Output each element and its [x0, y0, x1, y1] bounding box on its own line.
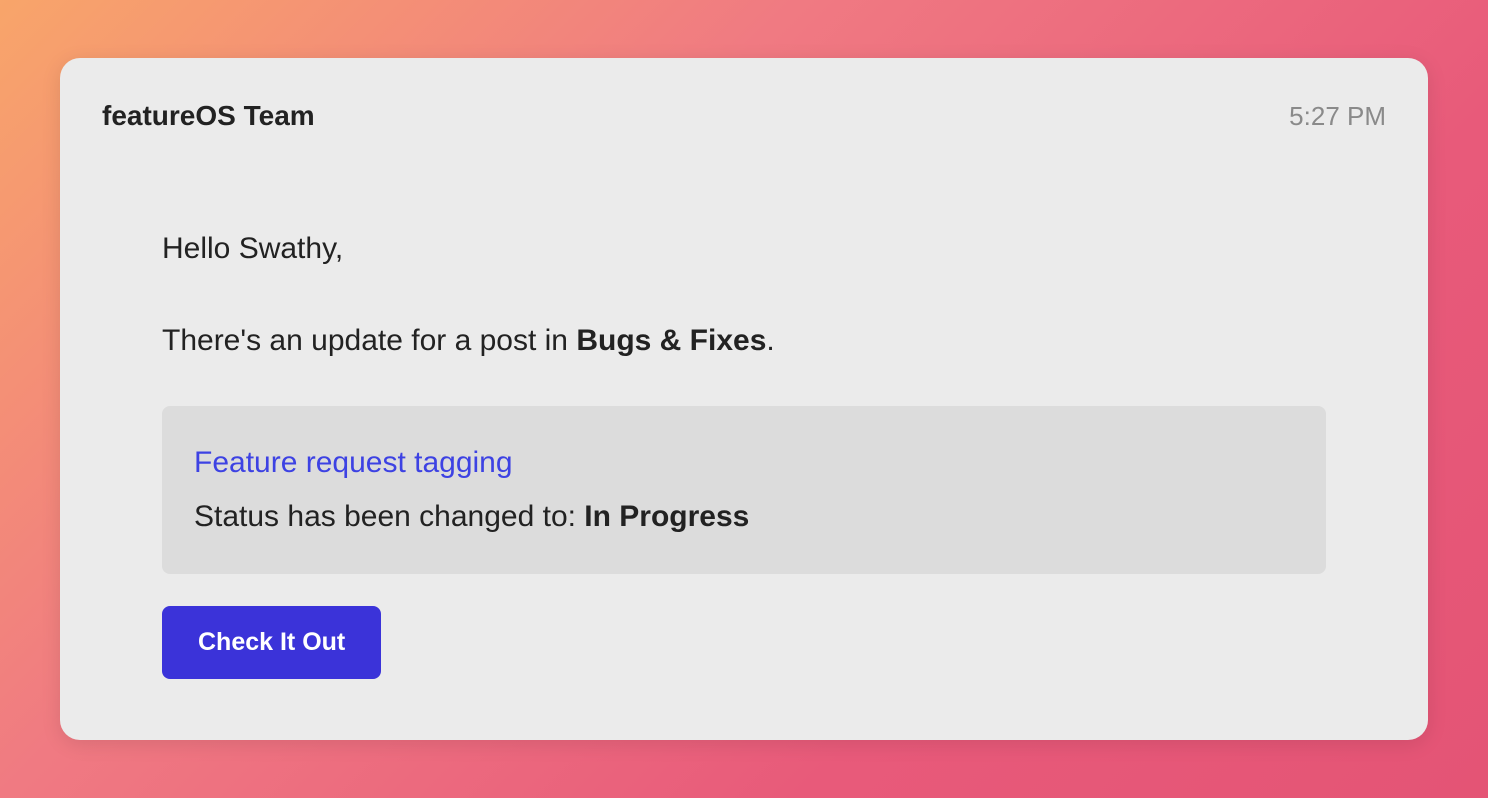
check-it-out-button[interactable]: Check It Out [162, 606, 381, 679]
card-body: Hello Swathy, There's an update for a po… [102, 232, 1386, 679]
update-text: There's an update for a post in Bugs & F… [162, 324, 1326, 358]
status-box: Feature request tagging Status has been … [162, 406, 1326, 574]
card-header: featureOS Team 5:27 PM [102, 100, 1386, 132]
status-prefix: Status has been changed to: [194, 500, 584, 533]
sender-name: featureOS Team [102, 100, 315, 132]
status-line: Status has been changed to: In Progress [194, 500, 1294, 534]
timestamp: 5:27 PM [1289, 101, 1386, 132]
status-value: In Progress [584, 500, 749, 533]
update-board-name: Bugs & Fixes [576, 324, 766, 357]
update-prefix: There's an update for a post in [162, 324, 576, 357]
update-suffix: . [766, 324, 774, 357]
notification-card: featureOS Team 5:27 PM Hello Swathy, The… [60, 58, 1428, 740]
greeting-text: Hello Swathy, [162, 232, 1326, 266]
post-title-link[interactable]: Feature request tagging [194, 446, 1294, 480]
